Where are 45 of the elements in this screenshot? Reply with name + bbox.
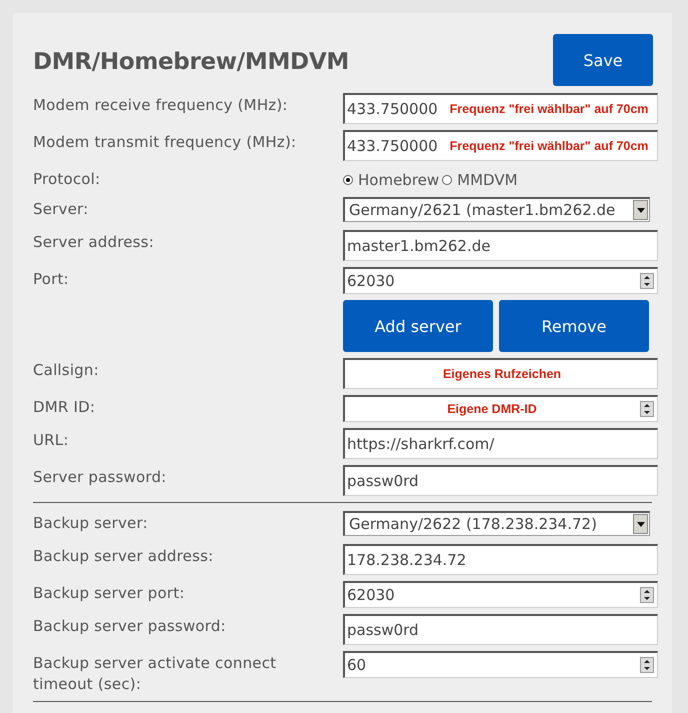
radio-button[interactable] <box>343 175 353 185</box>
page-title: DMR/Homebrew/MMDVM <box>33 49 349 75</box>
field-label: DMR ID: <box>33 397 96 418</box>
field-label: Callsign: <box>33 360 100 381</box>
input-field[interactable]: 62030 <box>343 581 658 608</box>
spinner-icon[interactable] <box>640 401 654 417</box>
field-label: Modem receive frequency (MHz): <box>33 95 289 116</box>
input-field[interactable]: 433.750000 Frequenz "frei wählbar" auf 70cm <box>343 93 658 124</box>
save-button[interactable]: Save <box>553 34 653 86</box>
radio-label[interactable]: MMDVM <box>457 171 518 189</box>
field-label: Backup server password: <box>33 616 227 637</box>
input-field[interactable]: 62030 <box>343 267 658 294</box>
input-field[interactable]: passw0rd <box>343 465 658 496</box>
dropdown-field[interactable]: Germany/2622 (178.238.234.72) <box>343 511 650 536</box>
dropdown-field[interactable]: Germany/2621 (master1.bm262.de <box>343 197 650 222</box>
input-field[interactable]: Eigene DMR-ID <box>343 395 658 422</box>
action-button[interactable]: Add server <box>343 300 493 352</box>
field-label: Protocol: <box>33 169 102 190</box>
field-label: Server password: <box>33 467 168 488</box>
input-field[interactable]: Eigenes Rufzeichen <box>343 358 658 389</box>
input-field[interactable]: https://sharkrf.com/ <box>343 428 658 459</box>
spinner-icon[interactable] <box>640 587 654 603</box>
spinner-icon[interactable] <box>640 657 654 673</box>
field-label: Backup server: <box>33 513 149 534</box>
field-label: Backup server activate connect timeout (sec): <box>33 653 278 695</box>
input-field[interactable]: passw0rd <box>343 614 658 645</box>
field-label: URL: <box>33 430 70 451</box>
field-label: Port: <box>33 269 70 290</box>
radio-button[interactable] <box>442 175 452 185</box>
input-field[interactable]: 433.750000 Frequenz "frei wählbar" auf 70cm <box>343 130 658 161</box>
action-button[interactable]: Remove <box>499 300 649 352</box>
annotation-text: Eigenes Rufzeichen <box>442 367 562 381</box>
spinner-icon[interactable] <box>640 273 654 289</box>
field-label: Server address: <box>33 232 155 253</box>
field-label: Modem transmit frequency (MHz): <box>33 132 298 153</box>
annotation-text: Frequenz "frei wählbar" auf 70cm <box>450 139 648 153</box>
input-field[interactable]: 60 <box>343 651 658 678</box>
field-label: Server: <box>33 199 90 220</box>
input-field[interactable]: 178.238.234.72 <box>343 544 658 575</box>
input-field[interactable]: master1.bm262.de <box>343 230 658 261</box>
annotation-text: Frequenz "frei wählbar" auf 70cm <box>450 102 648 116</box>
annotation-text: Eigene DMR-ID <box>447 402 537 416</box>
radio-label[interactable]: Homebrew <box>358 171 440 189</box>
field-label: Backup server port: <box>33 583 186 604</box>
field-label: Backup server address: <box>33 546 214 567</box>
